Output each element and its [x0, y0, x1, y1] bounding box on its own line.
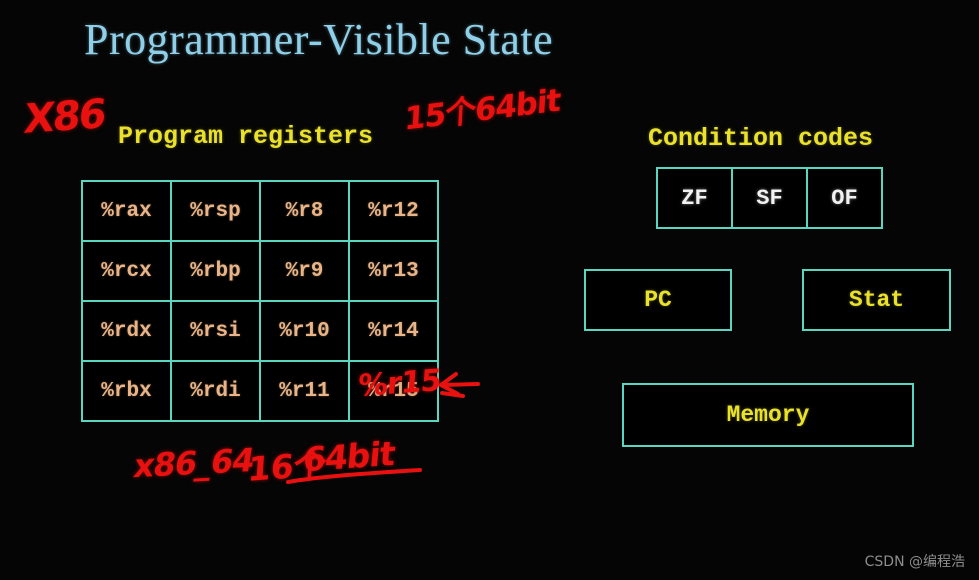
register-cell-r12: %r12: [348, 180, 439, 242]
flag-box-sf: SF: [731, 167, 808, 229]
register-cell-r8: %r8: [259, 180, 350, 242]
annotation-arrow-icon: [439, 372, 480, 398]
pc-box: PC: [584, 269, 732, 331]
table-row: %rax %rsp %r8 %r12: [81, 180, 439, 242]
register-cell-rax: %rax: [81, 180, 172, 242]
register-cell-rcx: %rcx: [81, 240, 172, 302]
register-cell-r15: %r15: [348, 360, 439, 422]
register-cell-r9: %r9: [259, 240, 350, 302]
register-cell-rdi: %rdi: [170, 360, 261, 422]
annotation-underline: [286, 468, 422, 484]
memory-box: Memory: [622, 383, 914, 447]
register-cell-r11: %r11: [259, 360, 350, 422]
register-cell-rdx: %rdx: [81, 300, 172, 362]
register-table: %rax %rsp %r8 %r12 %rcx %rbp %r9 %r13 %r…: [81, 180, 439, 422]
program-registers-label: Program registers: [118, 122, 374, 151]
table-row: %rbx %rdi %r11 %r15: [81, 360, 439, 422]
annotation-64bit: 64bit: [301, 433, 397, 480]
flag-box-of: OF: [806, 167, 883, 229]
annotation-x86-64: x86_64: [131, 440, 257, 486]
table-row: %rcx %rbp %r9 %r13: [81, 240, 439, 302]
register-cell-r10: %r10: [259, 300, 350, 362]
slide-canvas: Programmer-Visible State Program registe…: [0, 0, 979, 580]
register-cell-rsp: %rsp: [170, 180, 261, 242]
annotation-sixteen-count: 16个: [246, 444, 329, 489]
register-cell-rsi: %rsi: [170, 300, 261, 362]
register-cell-r13: %r13: [348, 240, 439, 302]
condition-codes-label: Condition codes: [648, 124, 874, 153]
register-cell-rbp: %rbp: [170, 240, 261, 302]
page-title: Programmer-Visible State: [84, 15, 554, 64]
register-cell-r14: %r14: [348, 300, 439, 362]
flag-box-zf: ZF: [656, 167, 733, 229]
table-row: %rdx %rsi %r10 %r14: [81, 300, 439, 362]
condition-code-boxes: ZF SF OF: [656, 167, 883, 229]
stat-box: Stat: [802, 269, 951, 331]
register-cell-rbx: %rbx: [81, 360, 172, 422]
annotation-x86: X86: [22, 90, 107, 144]
watermark: CSDN @编程浩: [864, 554, 965, 570]
annotation-15-64bit: 15个64bit: [403, 82, 562, 138]
